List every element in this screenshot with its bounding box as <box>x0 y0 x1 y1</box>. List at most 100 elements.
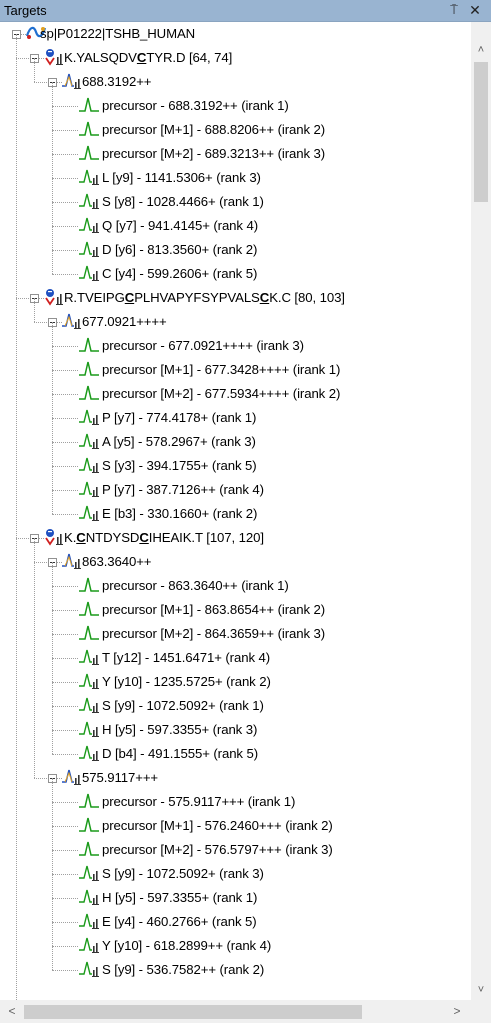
fragment-transition[interactable]: Q [y7] - 941.4145+ (rank 4) <box>102 214 258 238</box>
tree-connector-line <box>52 730 78 731</box>
fragment-transition[interactable]: S [y8] - 1028.4466+ (rank 1) <box>102 190 264 214</box>
tree-connector-line <box>52 370 78 371</box>
scroll-left-icon[interactable]: < <box>2 1000 22 1023</box>
tree-connector-line <box>52 106 78 107</box>
transition-text: precursor [M+1] - 677.3428++++ (irank 1) <box>102 362 341 377</box>
precursor-label[interactable]: 863.3640++ <box>82 550 152 574</box>
vertical-scrollbar[interactable]: ˄ ˅ <box>471 22 491 1000</box>
scroll-down-icon[interactable]: ˅ <box>471 980 491 1000</box>
tree-connector-line <box>52 178 78 179</box>
peptide-label[interactable]: K.YALSQDVCTYR.D [64, 74] <box>64 46 232 70</box>
peptide-sequence-part: NTDYSD <box>85 530 140 545</box>
transition-text: Q [y7] - 941.4145+ (rank 4) <box>102 218 259 233</box>
horizontal-scrollbar[interactable]: < > <box>0 1000 491 1023</box>
tree-connector-line <box>34 322 47 323</box>
fragment-ion-icon <box>78 960 100 978</box>
tree-connector-line <box>52 754 78 755</box>
peptide-label[interactable]: K.CNTDYSDCIHEAIK.T [107, 120] <box>64 526 264 550</box>
transition-text: D [b4] - 491.1555+ (rank 5) <box>102 746 259 761</box>
fragment-transition[interactable]: E [b3] - 330.1660+ (rank 2) <box>102 502 257 526</box>
fragment-ion-icon <box>78 264 100 282</box>
panel-titlebar: Targets ⍑ ✕ <box>0 0 491 22</box>
precursor-mz: 863.3640++ <box>82 554 152 569</box>
precursor-mz: 688.3192++ <box>82 74 152 89</box>
modified-residue: C <box>139 530 149 545</box>
transition-text: E [y4] - 460.2766+ (rank 5) <box>102 914 257 929</box>
peptide-sequence-part: R.TVEIPG <box>64 290 125 305</box>
precursor-peak-icon <box>78 144 100 162</box>
fragment-transition[interactable]: S [y9] - 536.7582++ (rank 2) <box>102 958 264 982</box>
transition-text: A [y5] - 578.2967+ (rank 3) <box>102 434 256 449</box>
transition-text: precursor [M+1] - 863.8654++ (irank 2) <box>102 602 326 617</box>
transition-text: precursor [M+2] - 677.5934++++ (irank 2) <box>102 386 341 401</box>
fragment-transition[interactable]: H [y5] - 597.3355+ (rank 3) <box>102 718 257 742</box>
precursor-peak-icon <box>78 360 100 378</box>
tree-connector-line <box>52 274 78 275</box>
transition-text: precursor [M+1] - 688.8206++ (irank 2) <box>102 122 326 137</box>
tree-connector-line <box>16 298 29 299</box>
peptide-label[interactable]: R.TVEIPGCPLHVAPYFSYPVALSCK.C [80, 103] <box>64 286 345 310</box>
precursor-transition[interactable]: precursor [M+1] - 863.8654++ (irank 2) <box>102 598 325 622</box>
transition-text: precursor - 677.0921++++ (irank 3) <box>102 338 304 353</box>
fragment-transition[interactable]: T [y12] - 1451.6471+ (rank 4) <box>102 646 270 670</box>
targets-tree[interactable]: sp|P01222|TSHB_HUMAN K.YALSQDVCTYR.D [64,… <box>0 22 471 1000</box>
fragment-transition[interactable]: D [b4] - 491.1555+ (rank 5) <box>102 742 258 766</box>
fragment-transition[interactable]: C [y4] - 599.2606+ (rank 5) <box>102 262 257 286</box>
fragment-transition[interactable]: Y [y10] - 618.2899++ (rank 4) <box>102 934 271 958</box>
fragment-transition[interactable]: E [y4] - 460.2766+ (rank 5) <box>102 910 257 934</box>
fragment-ion-icon <box>78 720 100 738</box>
fragment-transition[interactable]: S [y3] - 394.1755+ (rank 5) <box>102 454 257 478</box>
precursor-transition[interactable]: precursor [M+1] - 677.3428++++ (irank 1) <box>102 358 340 382</box>
vertical-scroll-thumb[interactable] <box>474 62 488 202</box>
precursor-transition[interactable]: precursor [M+2] - 576.5797+++ (irank 3) <box>102 838 333 862</box>
precursor-transition[interactable]: precursor [M+2] - 689.3213++ (irank 3) <box>102 142 325 166</box>
transition-text: C [y4] - 599.2606+ (rank 5) <box>102 266 258 281</box>
tree-connector-line <box>16 58 29 59</box>
pin-icon[interactable]: ⍑ <box>446 2 462 18</box>
precursor-transition[interactable]: precursor - 863.3640++ (irank 1) <box>102 574 289 598</box>
fragment-transition[interactable]: Y [y10] - 1235.5725+ (rank 2) <box>102 670 271 694</box>
fragment-transition[interactable]: D [y6] - 813.3560+ (rank 2) <box>102 238 257 262</box>
fragment-transition[interactable]: S [y9] - 1072.5092+ (rank 1) <box>102 694 264 718</box>
precursor-mz: 677.0921++++ <box>82 314 167 329</box>
precursor-peak-icon <box>78 120 100 138</box>
transition-text: precursor - 863.3640++ (irank 1) <box>102 578 289 593</box>
precursor-label[interactable]: 688.3192++ <box>82 70 152 94</box>
precursor-peak-icon <box>78 792 100 810</box>
precursor-transition[interactable]: precursor - 575.9117+++ (irank 1) <box>102 790 295 814</box>
tree-connector-line <box>52 466 78 467</box>
fragment-transition[interactable]: S [y9] - 1072.5092+ (rank 3) <box>102 862 264 886</box>
precursor-transition[interactable]: precursor [M+2] - 864.3659++ (irank 3) <box>102 622 325 646</box>
fragment-ion-icon <box>78 936 100 954</box>
transition-text: precursor [M+2] - 864.3659++ (irank 3) <box>102 626 326 641</box>
tree-connector-line <box>52 322 53 514</box>
precursor-transition[interactable]: precursor - 677.0921++++ (irank 3) <box>102 334 304 358</box>
fragment-ion-icon <box>78 432 100 450</box>
tree-connector-line <box>52 442 78 443</box>
fragment-transition[interactable]: P [y7] - 387.7126++ (rank 4) <box>102 478 264 502</box>
scroll-up-icon[interactable]: ˄ <box>471 40 491 60</box>
fragment-transition[interactable]: L [y9] - 1141.5306+ (rank 3) <box>102 166 261 190</box>
fragment-transition[interactable]: H [y5] - 597.3355+ (rank 1) <box>102 886 257 910</box>
tree-connector-line <box>52 586 78 587</box>
precursor-transition[interactable]: precursor [M+1] - 576.2460+++ (irank 2) <box>102 814 333 838</box>
scroll-right-icon[interactable]: > <box>447 1000 467 1023</box>
tree-connector-line <box>52 970 78 971</box>
precursor-label[interactable]: 575.9117+++ <box>82 766 158 790</box>
precursor-label[interactable]: 677.0921++++ <box>82 310 167 334</box>
precursor-peak-icon <box>78 96 100 114</box>
protein-label[interactable]: sp|P01222|TSHB_HUMAN <box>40 22 195 46</box>
precursor-transition[interactable]: precursor - 688.3192++ (irank 1) <box>102 94 289 118</box>
fragment-transition[interactable]: A [y5] - 578.2967+ (rank 3) <box>102 430 256 454</box>
close-icon[interactable]: ✕ <box>467 2 483 18</box>
fragment-ion-icon <box>78 240 100 258</box>
fragment-ion-icon <box>78 672 100 690</box>
fragment-ion-icon <box>78 408 100 426</box>
fragment-transition[interactable]: P [y7] - 774.4178+ (rank 1) <box>102 406 256 430</box>
transition-text: P [y7] - 387.7126++ (rank 4) <box>102 482 264 497</box>
horizontal-scroll-thumb[interactable] <box>24 1005 362 1019</box>
tree-connector-line <box>52 562 53 754</box>
precursor-transition[interactable]: precursor [M+1] - 688.8206++ (irank 2) <box>102 118 325 142</box>
precursor-transition[interactable]: precursor [M+2] - 677.5934++++ (irank 2) <box>102 382 340 406</box>
transition-text: S [y3] - 394.1755+ (rank 5) <box>102 458 257 473</box>
